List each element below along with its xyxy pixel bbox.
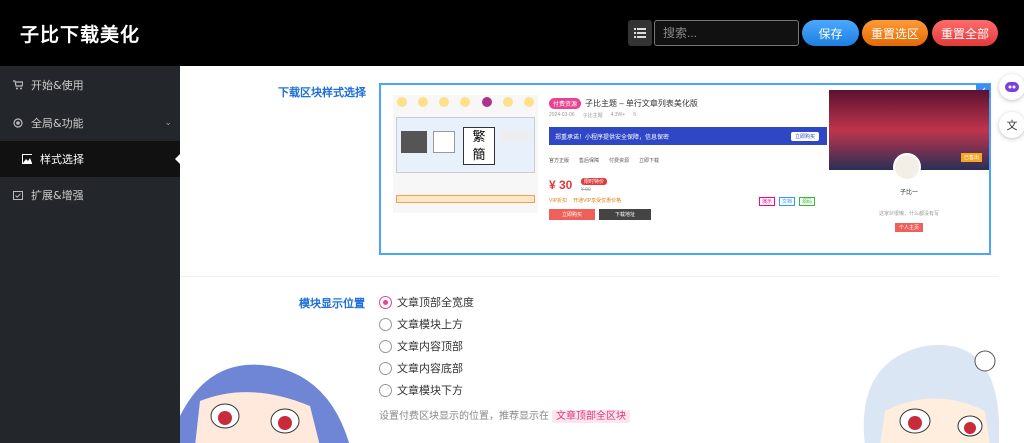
preview-chip: 演示 — [759, 197, 776, 206]
preview-chips: 演示 文档 源码 — [759, 197, 816, 206]
radio-label: 文章模块下方 — [397, 384, 463, 397]
radio[interactable] — [379, 317, 392, 331]
preview-thumbnail: 繁簡 — [393, 95, 538, 213]
top-header: 子比下载美化 保存 重置选区 重置全部 — [0, 0, 1024, 66]
radio-selected[interactable] — [379, 295, 392, 309]
preview-tag: 官方正版 — [549, 158, 570, 164]
preview-chip: 文档 — [779, 197, 796, 206]
sidebar-item-label: 全局&功能 — [31, 117, 84, 130]
position-hint: 设置付费区块显示的位置，推荐显示在 文章顶部全区块 — [379, 407, 630, 423]
sidebar: 开始&使用 全局&功能 ⌄ 样式选择 扩展&增强 — [0, 66, 180, 443]
cart-icon — [13, 80, 23, 90]
sidebar-item-label: 扩展&增强 — [31, 189, 84, 202]
translate-icon: 文 — [1006, 120, 1018, 132]
image-icon — [22, 154, 32, 164]
radio[interactable] — [379, 361, 392, 375]
style-select-label: 下载区块样式选择 — [278, 86, 366, 99]
preview-meta-date: 2024-03-06 — [549, 112, 575, 118]
preview-price-badge: 限时特价 — [581, 178, 608, 185]
preview-vip-label: VIP折扣 — [549, 198, 568, 204]
preview-meta: 2024-03-06 子比主题 4.3W+ 5 — [549, 112, 636, 119]
reset-selection-button[interactable]: 重置选区 — [862, 20, 928, 46]
preview-vip-row: VIP折扣 开通VIP享受优惠价格 — [549, 197, 621, 204]
preview-notice-text: 郑重承诺！小程序提供安全保障，信息保密 — [555, 134, 670, 141]
anime-character-right-image — [863, 344, 999, 443]
position-option-content-bottom[interactable]: 文章内容底部 — [379, 358, 463, 378]
preview-tag: 立即下载 — [639, 158, 660, 164]
position-option-module-below[interactable]: 文章模块下方 — [379, 380, 463, 400]
position-label: 模块显示位置 — [299, 297, 365, 310]
preview-username: 子比一 — [899, 190, 918, 196]
sidebar-item-start[interactable]: 开始&使用 — [0, 67, 180, 103]
preview-meta-author: 子比主题 — [582, 113, 603, 119]
preview-vip-text: 开通VIP享受优惠价格 — [573, 198, 622, 204]
preview-tag: 付费资源 — [609, 158, 630, 164]
preview-notice-button: 立即购买 — [790, 131, 819, 141]
app-logo: 子比下载美化 — [20, 24, 141, 46]
section-divider — [180, 276, 999, 277]
preview-title-row: 付费资源 子比主题 – 单行文章列表美化版 — [549, 98, 698, 109]
style-preview-card[interactable]: ✓ 繁簡 付费资源 子比主题 – 单行文章列表美化版 — [379, 83, 991, 255]
hint-tag: 文章顶部全区块 — [552, 410, 630, 423]
sidebar-item-label: 样式选择 — [40, 153, 84, 166]
position-option-module-above[interactable]: 文章模块上方 — [379, 314, 463, 334]
circle-dot-icon — [13, 118, 23, 128]
preview-notice: 郑重承诺！小程序提供安全保障，信息保密 立即购买 — [549, 127, 827, 145]
preview-title: 子比主题 – 单行文章列表美化版 — [585, 99, 698, 108]
search-input[interactable] — [654, 20, 799, 46]
save-button[interactable]: 保存 — [802, 20, 859, 46]
preview-meta-comments: 5 — [633, 112, 636, 118]
avatar — [893, 153, 921, 181]
preview-chip: 源码 — [799, 197, 816, 206]
radio[interactable] — [379, 383, 392, 397]
chevron-down-icon: ⌄ — [164, 118, 172, 128]
main-panel: 下载区块样式选择 ✓ 繁簡 付费资源 子比主题 – 单行文章列表 — [180, 66, 999, 443]
hint-text: 设置付费区块显示的位置，推荐显示在 — [379, 411, 549, 422]
radio-label: 文章顶部全宽度 — [397, 296, 474, 309]
radio-label: 文章内容顶部 — [397, 340, 463, 353]
preview-price: ¥ 30 — [549, 178, 573, 192]
position-option-content-top[interactable]: 文章内容顶部 — [379, 336, 463, 356]
calendar-check-icon — [13, 190, 23, 200]
preview-buy-button: 立即购买 — [549, 209, 595, 220]
preview-side-tag: 已售出 — [961, 153, 983, 162]
sidebar-item-style[interactable]: 样式选择 — [0, 141, 180, 177]
preview-meta-views: 4.3W+ — [610, 112, 626, 118]
preview-user-desc: 这家伙很懒，什么都没有写 — [878, 211, 939, 217]
preview-tags: 官方正版 售后保障 付费资源 立即下载 — [549, 157, 659, 164]
anime-character-left-image — [180, 364, 350, 443]
preview-user-button: 个人主页 — [895, 223, 923, 232]
position-option-top-full[interactable]: 文章顶部全宽度 — [379, 292, 474, 312]
list-icon — [634, 28, 646, 38]
sidebar-item-extend[interactable]: 扩展&增强 — [0, 177, 180, 213]
reset-all-button[interactable]: 重置全部 — [932, 20, 998, 46]
preview-download-button: 下载地址 — [599, 209, 651, 220]
list-menu-button[interactable] — [628, 20, 652, 46]
radio-label: 文章内容底部 — [397, 362, 463, 375]
radio[interactable] — [379, 339, 392, 353]
preview-badge: 付费资源 — [549, 98, 582, 109]
sidebar-item-global[interactable]: 全局&功能 ⌄ — [0, 105, 180, 141]
preview-original-price: ¥ 99 — [581, 187, 591, 193]
radio-label: 文章模块上方 — [397, 318, 463, 331]
sidebar-item-label: 开始&使用 — [31, 79, 84, 92]
translate-icon-button[interactable]: 文 — [999, 112, 1024, 138]
chatbot-icon — [1005, 82, 1019, 92]
preview-tag: 售后保障 — [579, 158, 600, 164]
chatbot-icon-button[interactable] — [999, 74, 1024, 100]
